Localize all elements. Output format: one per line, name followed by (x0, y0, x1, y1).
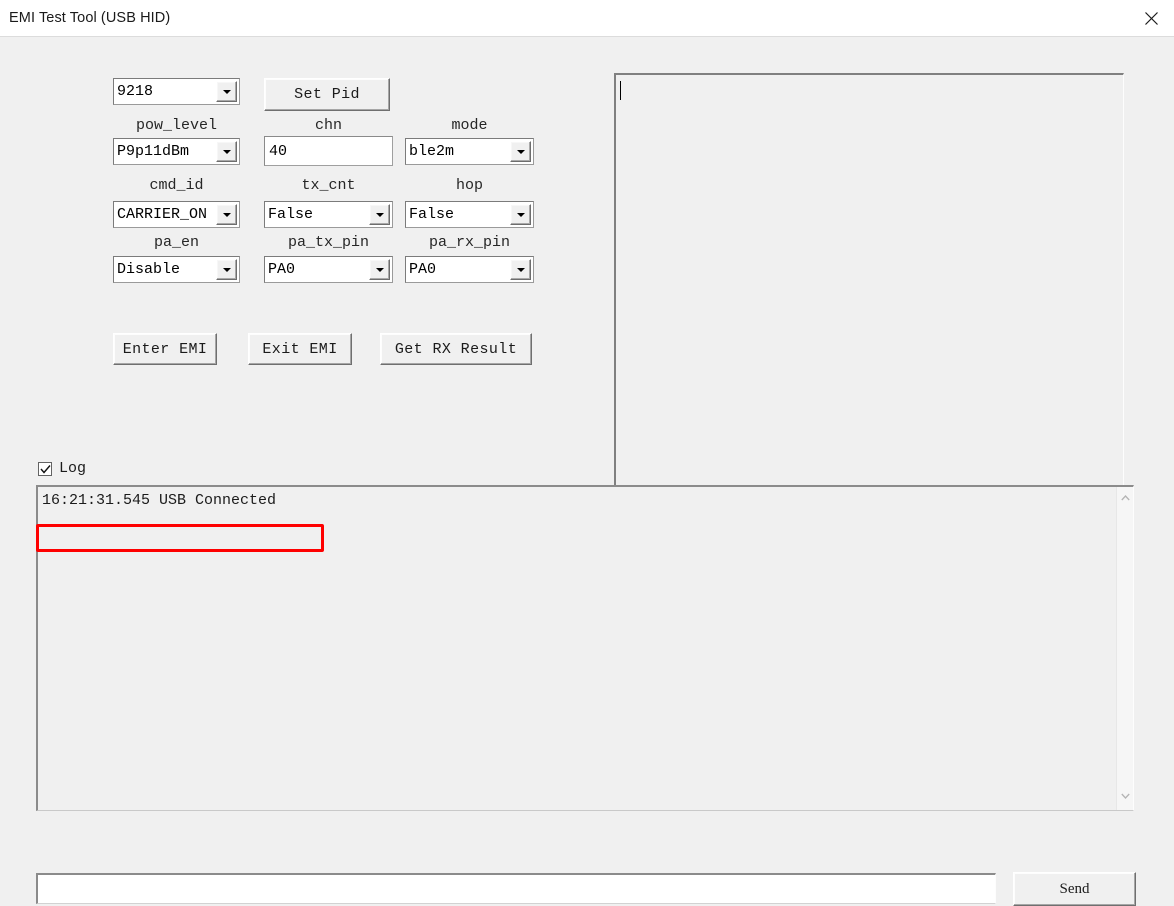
pa-rx-pin-combobox[interactable]: PA0 (405, 256, 534, 283)
pow-level-value: P9p11dBm (117, 143, 190, 160)
label-pa-tx-pin: pa_tx_pin (287, 234, 369, 251)
label-tx-cnt: tx_cnt (301, 177, 356, 194)
hop-combobox[interactable]: False (405, 201, 534, 228)
chevron-down-icon[interactable] (216, 204, 237, 225)
label-mode: mode (451, 117, 488, 134)
chevron-down-glyph (1121, 793, 1130, 799)
chevron-down-icon[interactable] (510, 141, 531, 162)
scroll-down-icon[interactable] (1117, 787, 1134, 804)
enter-emi-button[interactable]: Enter EMI (113, 333, 217, 365)
get-rx-result-button[interactable]: Get RX Result (380, 333, 532, 365)
label-pow-level: pow_level (135, 117, 217, 134)
pa-en-value: Disable (117, 261, 181, 278)
set-pid-button[interactable]: Set Pid (264, 78, 390, 111)
log-checkbox-label: Log (59, 460, 87, 477)
mode-combobox[interactable]: ble2m (405, 138, 534, 165)
label-chn: chn (314, 117, 342, 134)
pa-en-combobox[interactable]: Disable (113, 256, 240, 283)
window-title: EMI Test Tool (USB HID) (9, 10, 171, 26)
pa-rx-pin-value: PA0 (409, 261, 437, 278)
cmd-id-combobox[interactable]: CARRIER_ON (113, 201, 240, 228)
exit-emi-button[interactable]: Exit EMI (248, 333, 352, 365)
tx-cnt-value: False (268, 206, 314, 223)
pa-tx-pin-combobox[interactable]: PA0 (264, 256, 393, 283)
scroll-up-icon[interactable] (1117, 489, 1134, 506)
log-checkbox[interactable]: Log (38, 461, 86, 476)
chn-input[interactable]: 40 (264, 136, 393, 166)
checkbox-box[interactable] (38, 461, 52, 476)
chevron-down-icon[interactable] (369, 204, 390, 225)
log-entry: 16:21:31.545 USB Connected (42, 492, 277, 509)
pid-value: 9218 (117, 83, 154, 100)
chevron-down-icon[interactable] (216, 81, 237, 102)
tx-cnt-combobox[interactable]: False (264, 201, 393, 228)
label-pa-en: pa_en (153, 234, 199, 251)
pa-tx-pin-value: PA0 (268, 261, 296, 278)
send-input[interactable] (36, 873, 996, 904)
chevron-down-icon[interactable] (510, 204, 531, 225)
mode-value: ble2m (409, 143, 455, 160)
client-area: 9218 Set Pid pow_level chn mode P9p11dBm… (0, 37, 1174, 906)
send-button[interactable]: Send (1013, 872, 1136, 906)
chevron-up-glyph (1121, 494, 1130, 500)
log-textarea[interactable]: 16:21:31.545 USB Connected (36, 485, 1134, 811)
chevron-down-icon[interactable] (216, 141, 237, 162)
pid-combobox[interactable]: 9218 (113, 78, 240, 105)
chevron-down-icon[interactable] (369, 259, 390, 280)
close-icon[interactable] (1128, 0, 1174, 36)
label-cmd-id: cmd_id (149, 177, 204, 194)
label-hop: hop (455, 177, 483, 194)
chevron-down-icon[interactable] (510, 259, 531, 280)
hop-value: False (409, 206, 455, 223)
label-pa-rx-pin: pa_rx_pin (428, 234, 510, 251)
chevron-down-icon[interactable] (216, 259, 237, 280)
output-textarea[interactable] (614, 73, 1124, 495)
close-glyph (1144, 11, 1158, 25)
check-icon (40, 464, 51, 474)
log-scrollbar[interactable] (1116, 487, 1133, 810)
window-titlebar: EMI Test Tool (USB HID) (0, 0, 1174, 37)
cmd-id-value: CARRIER_ON (117, 206, 208, 223)
text-caret (620, 81, 621, 100)
pow-level-combobox[interactable]: P9p11dBm (113, 138, 240, 165)
